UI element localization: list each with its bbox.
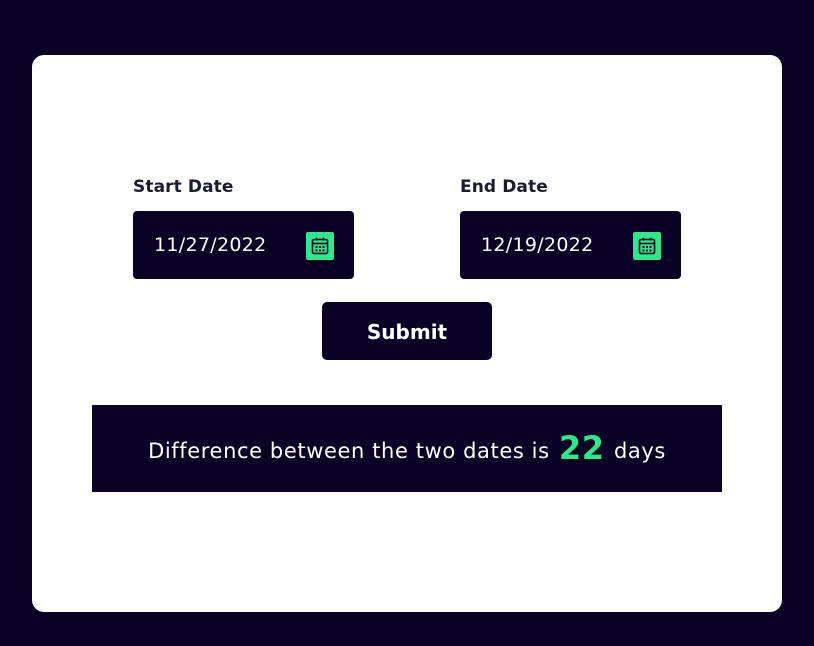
end-date-input[interactable]: 12/19/2022 [460, 211, 681, 279]
start-date-label: Start Date [133, 177, 234, 197]
start-date-value: 11/27/2022 [154, 234, 267, 256]
calendar-icon[interactable] [633, 232, 661, 260]
result-banner: Difference between the two dates is 22 d… [92, 405, 722, 492]
end-date-value: 12/19/2022 [481, 234, 594, 256]
submit-button[interactable]: Submit [322, 302, 492, 360]
calendar-icon[interactable] [306, 232, 334, 260]
end-date-label: End Date [460, 177, 548, 197]
result-suffix: days [613, 439, 666, 463]
calendar-icon-glyph [311, 237, 329, 255]
calendar-icon-glyph [638, 237, 656, 255]
result-days-value: 22 [558, 429, 605, 467]
start-date-input[interactable]: 11/27/2022 [133, 211, 354, 279]
result-prefix: Difference between the two dates is [148, 439, 550, 463]
